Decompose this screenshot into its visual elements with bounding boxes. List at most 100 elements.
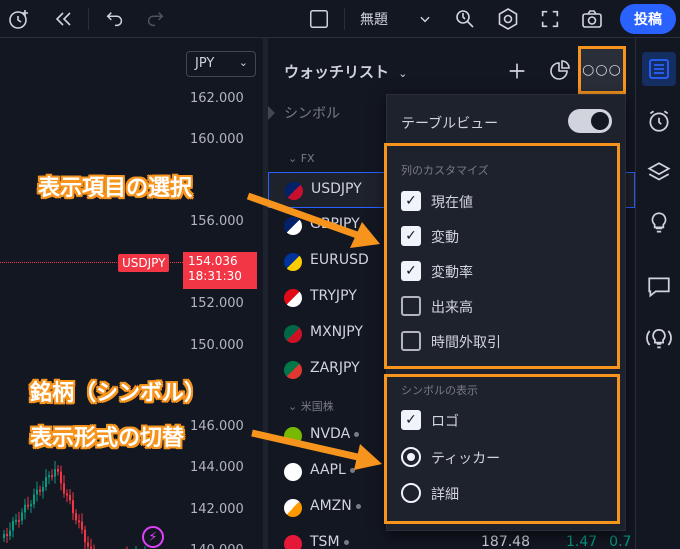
symbol-ticker: TRYJPY [310,288,357,304]
symbol-text: MXNJPY [310,324,363,340]
candle-body [87,542,89,547]
column-checkbox[interactable] [401,331,421,351]
callout-symbol-display: 銘柄（シンボル） [30,381,207,406]
layout-name[interactable]: 無題 [360,9,388,29]
layout-icon[interactable] [306,6,332,32]
chat-icon[interactable] [642,270,676,304]
more-options-button[interactable]: ○○○ [578,46,626,94]
column-option-label: 変動率 [431,265,473,281]
layers-icon[interactable] [642,156,676,190]
symbol-text: EURUSD [310,252,369,268]
replay-icon[interactable] [50,6,76,32]
column-option-label: 変動 [431,230,459,246]
column-checkbox[interactable] [401,296,421,316]
symbol-ticker: ZARJPY [310,360,360,376]
column-checkbox[interactable]: ✓ [401,261,421,281]
candle-body [48,475,50,478]
current-price-label: 154.036 18:31:30 [183,252,257,289]
column-option[interactable]: ✓ 変動率 [401,259,601,283]
market-status-dot [343,539,349,545]
symbol-text: AAPL [310,462,346,478]
symbol-text: TSM [310,534,340,549]
candle-body [45,477,47,487]
watchlist-title[interactable]: ウォッチリスト ⌄ [284,61,407,82]
column-checkbox[interactable]: ✓ [401,226,421,246]
candle-body [15,519,17,522]
price-scale-label: 162.000 [190,91,244,106]
candle-body [54,469,56,477]
candle-body [3,534,5,538]
symbol-text: TRYJPY [310,288,357,304]
currency-select[interactable]: JPY ⌄ [186,51,256,77]
logo-checkbox[interactable]: ✓ [401,410,421,430]
column-option[interactable]: ✓ 変動 [401,224,601,248]
symbol-logo [284,253,302,271]
column-option[interactable]: 出来高 [401,294,601,318]
fullscreen-icon[interactable] [537,6,563,32]
display-mode-radio[interactable] [401,447,421,467]
group-header[interactable]: ⌄ FX [288,152,315,165]
candle-body [51,475,53,478]
candle-body [9,530,11,536]
bolt-icon[interactable]: ⚡ [142,526,164,548]
price-scale-label: 140.000 [190,543,244,549]
symbol-price-tag: USDJPY [118,254,170,272]
quick-search-icon[interactable] [452,6,478,32]
group-header[interactable]: ⌄ 米国株 [288,398,334,414]
lightbulb-icon[interactable] [642,206,676,240]
settings-icon[interactable] [495,6,521,32]
candle-body [21,512,23,521]
alarm-clock-icon[interactable] [642,104,676,138]
column-option-label: 時間外取引 [431,335,501,351]
callout-display-format: 表示形式の切替 [30,426,185,451]
market-status-dot [354,431,360,437]
candle-body [24,504,26,513]
column-option[interactable]: 時間外取引 [401,329,601,353]
display-mode-option[interactable]: 詳細 [401,481,601,505]
candle-body [18,519,20,522]
chevron-down-icon: ⌄ [288,152,301,165]
pie-chart-icon[interactable] [544,56,574,86]
table-view-toggle[interactable] [568,109,612,133]
symbol-ticker: MXNJPY [310,324,363,340]
price-change: 1.47 0.7 [566,534,631,549]
market-status-dot [355,503,361,509]
redo-icon[interactable] [142,6,168,32]
column-checkbox[interactable]: ✓ [401,191,421,211]
chart-area[interactable]: JPY ⌄ 162.000 160.000 156.000 152.000 150.00… [0,38,263,549]
post-button[interactable]: 投稿 [620,4,676,34]
candlestick-series [3,461,146,549]
candle-body [81,521,83,530]
current-price-value: 154.036 [188,254,238,268]
display-mode-option[interactable]: ティッカー [401,445,601,469]
watchlist-icon[interactable] [642,52,676,86]
undo-icon[interactable] [102,6,128,32]
column-option-label: 出来高 [431,300,473,316]
column-option-label: 現在値 [431,195,473,211]
symbol-logo [284,499,302,517]
candle-body [27,504,29,507]
candle-body [33,494,35,505]
change-value: 1.47 [566,534,598,549]
candle-body [36,489,38,495]
display-mode-radio[interactable] [401,483,421,503]
camera-icon[interactable] [579,6,605,32]
candle-body [69,495,71,501]
symbol-logo [284,325,302,343]
chevron-down-icon[interactable] [412,6,438,32]
top-toolbar: 無題 投稿 [0,0,680,38]
alert-add-icon[interactable] [6,6,32,32]
group-label: 米国株 [300,400,334,413]
add-symbol-icon[interactable] [502,56,532,86]
candle-body [57,469,59,472]
idea-stream-icon[interactable] [642,321,676,355]
symbol-text: AMZN [310,498,352,514]
toolbar-divider [88,8,89,30]
candle-body [39,489,41,492]
price-scale-label: 146.000 [190,419,244,434]
candle-body [90,546,92,549]
option-logo[interactable]: ✓ ロゴ [401,408,601,432]
price-scale-label: 160.000 [190,132,244,147]
column-option[interactable]: ✓ 現在値 [401,189,601,213]
candle-body [78,520,80,523]
